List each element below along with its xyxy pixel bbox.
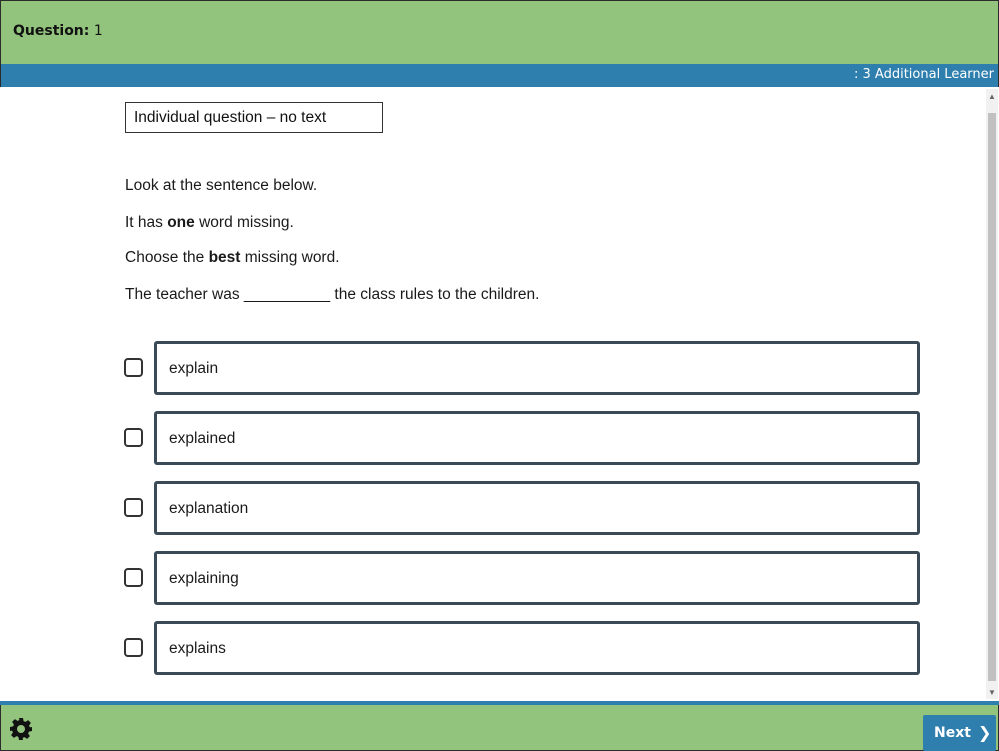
section-bar: : 3 Additional Learner xyxy=(0,64,999,87)
bottom-bar: Next ❯ xyxy=(0,705,999,751)
question-type-tag: Individual question – no text xyxy=(125,102,383,133)
option-checkbox[interactable] xyxy=(124,358,143,377)
option-box[interactable]: explained xyxy=(154,411,920,465)
option-checkbox[interactable] xyxy=(124,638,143,657)
answer-option[interactable]: explains xyxy=(124,621,920,675)
question-number: 1 xyxy=(93,23,103,39)
answer-option[interactable]: explanation xyxy=(124,481,920,535)
scrollbar-thumb[interactable] xyxy=(988,113,996,681)
gear-icon-graphic xyxy=(10,718,32,740)
question-sentence: The teacher was __________ the class rul… xyxy=(125,286,540,303)
scroll-down-icon[interactable]: ▼ xyxy=(986,687,998,699)
option-label: explain xyxy=(169,360,219,377)
chevron-right-icon: ❯ xyxy=(978,723,992,742)
instruction-line-2-bold: one xyxy=(167,214,195,231)
option-box[interactable]: explain xyxy=(154,341,920,395)
option-label: explains xyxy=(169,640,226,657)
instruction-line-3-post: missing word. xyxy=(240,249,340,266)
option-checkbox[interactable] xyxy=(124,498,143,517)
instruction-line-3-pre: Choose the xyxy=(125,249,209,266)
next-button[interactable]: Next ❯ xyxy=(923,715,996,751)
question-content: Individual question – no text Look at th… xyxy=(8,87,986,701)
scroll-up-icon[interactable]: ▲ xyxy=(986,91,998,103)
option-label: explained xyxy=(169,430,236,447)
option-checkbox[interactable] xyxy=(124,568,143,587)
option-box[interactable]: explanation xyxy=(154,481,920,535)
option-label: explanation xyxy=(169,500,249,517)
instruction-line-1: Look at the sentence below. xyxy=(125,177,318,194)
instruction-line-3: Choose the best missing word. xyxy=(125,249,340,267)
gear-icon[interactable] xyxy=(9,717,33,741)
option-box[interactable]: explains xyxy=(154,621,920,675)
next-button-label: Next xyxy=(934,725,971,741)
instruction-line-2-post: word missing. xyxy=(194,214,294,231)
question-label: Question: 1 xyxy=(13,23,103,39)
answer-option[interactable]: explain xyxy=(124,341,920,395)
option-checkbox[interactable] xyxy=(124,428,143,447)
section-title: : 3 Additional Learner xyxy=(854,67,994,82)
top-bar: Question: 1 xyxy=(0,0,999,64)
vertical-scrollbar[interactable]: ▲ ▼ xyxy=(986,89,998,699)
instruction-line-2: It has one word missing. xyxy=(125,214,294,232)
instruction-line-2-pre: It has xyxy=(125,214,168,231)
option-box[interactable]: explaining xyxy=(154,551,920,605)
question-label-text: Question: xyxy=(13,23,90,39)
answer-option[interactable]: explained xyxy=(124,411,920,465)
answer-option[interactable]: explaining xyxy=(124,551,920,605)
instruction-line-3-bold: best xyxy=(208,249,241,266)
option-label: explaining xyxy=(169,570,239,587)
